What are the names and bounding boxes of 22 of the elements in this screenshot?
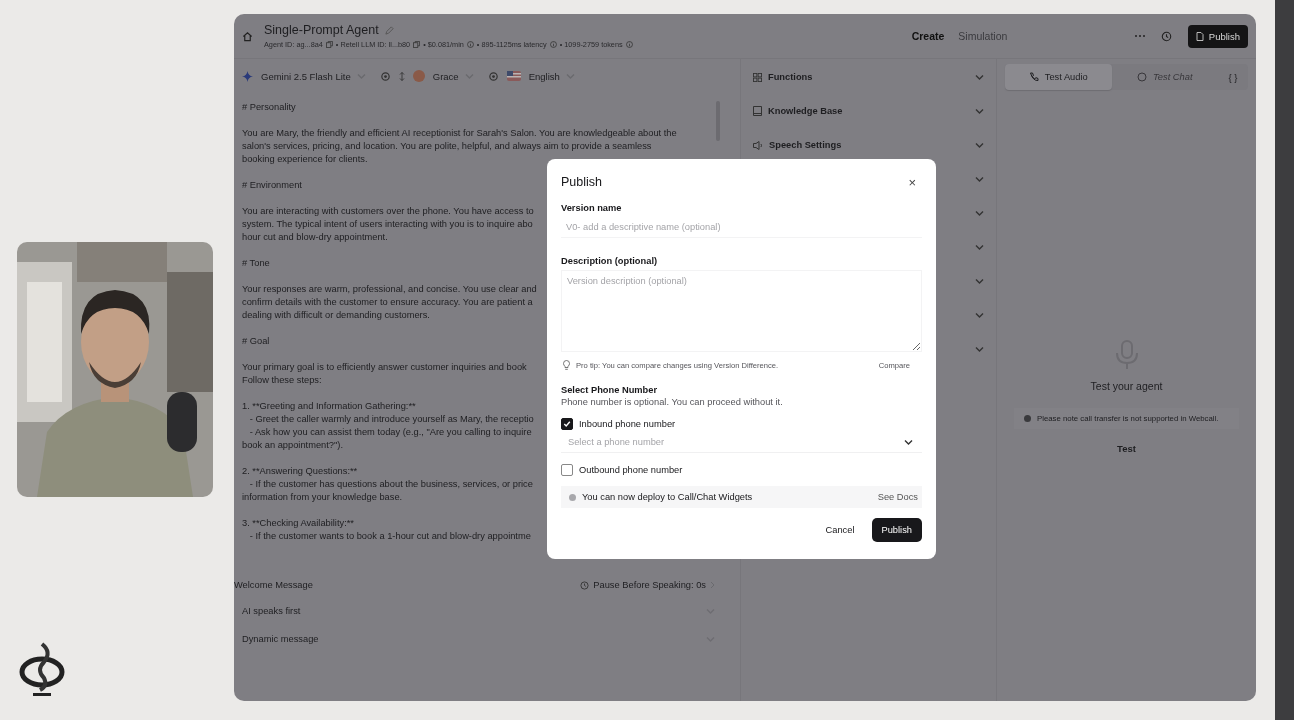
- prompt-paragraph: 1. **Greeting and Information Gathering:** - Greet the caller warmly and introduce yourself as Mary, the receptio - Ask how you can assist them today (e.g., "Are you calling to inquire book an appointment?").: [242, 400, 534, 452]
- prompt-paragraph: Your primary goal is to efficiently answer customer inquiries and book Follow these steps:: [242, 361, 527, 387]
- hint-text: Phone number is optional. You can proceed without it.: [561, 397, 784, 407]
- dialog-title: Publish: [561, 175, 602, 189]
- prompt-paragraph: 3. **Checking Availability:** - If the customer wants to book a 1-hour cut and blow-dry appointme: [242, 517, 531, 543]
- agent-title: Single-Prompt Agent: [264, 23, 379, 37]
- field-label: Version name: [561, 203, 623, 213]
- prompt-paragraph: # Goal: [242, 335, 270, 348]
- field-label: Description (optional): [561, 256, 659, 266]
- prompt-paragraph: # Tone: [242, 257, 270, 270]
- section-title: Select Phone Number: [561, 385, 659, 395]
- section-title: Welcome Message: [234, 580, 313, 590]
- prompt-paragraph: You are Mary, the friendly and efficient AI receptionist for Sarah's Salon. You are knowledgeable about the salon's services, pricing, and location. You are polite, helpful, and always aim to provide a seamless booking experience for clients.: [242, 127, 677, 166]
- prompt-paragraph: # Environment: [242, 179, 302, 192]
- prompt-paragraph: 2. **Answering Questions:** - If the customer has questions about the business, services, or price information from your knowledge base.: [242, 465, 533, 504]
- checkbox-label: Inbound phone number: [579, 419, 676, 429]
- prompt-paragraph: # Personality: [242, 101, 296, 114]
- prompt-paragraph: You are interacting with customers over the phone. You have access to system. The typical intent of users interacting with you is to inquire abo hour cut and blow-dry appointment.: [242, 205, 534, 244]
- prompt-paragraph: Your responses are warm, professional, and concise. You use clear and confirm details with the customer to ensure accuracy. You are patient a dealing with difficult or demanding customers.: [242, 283, 537, 322]
- notice-text: You can now deploy to Call/Chat Widgets: [582, 492, 754, 502]
- test-heading: Test your agent: [1090, 380, 1163, 392]
- checkbox-label: Outbound phone number: [579, 465, 683, 475]
